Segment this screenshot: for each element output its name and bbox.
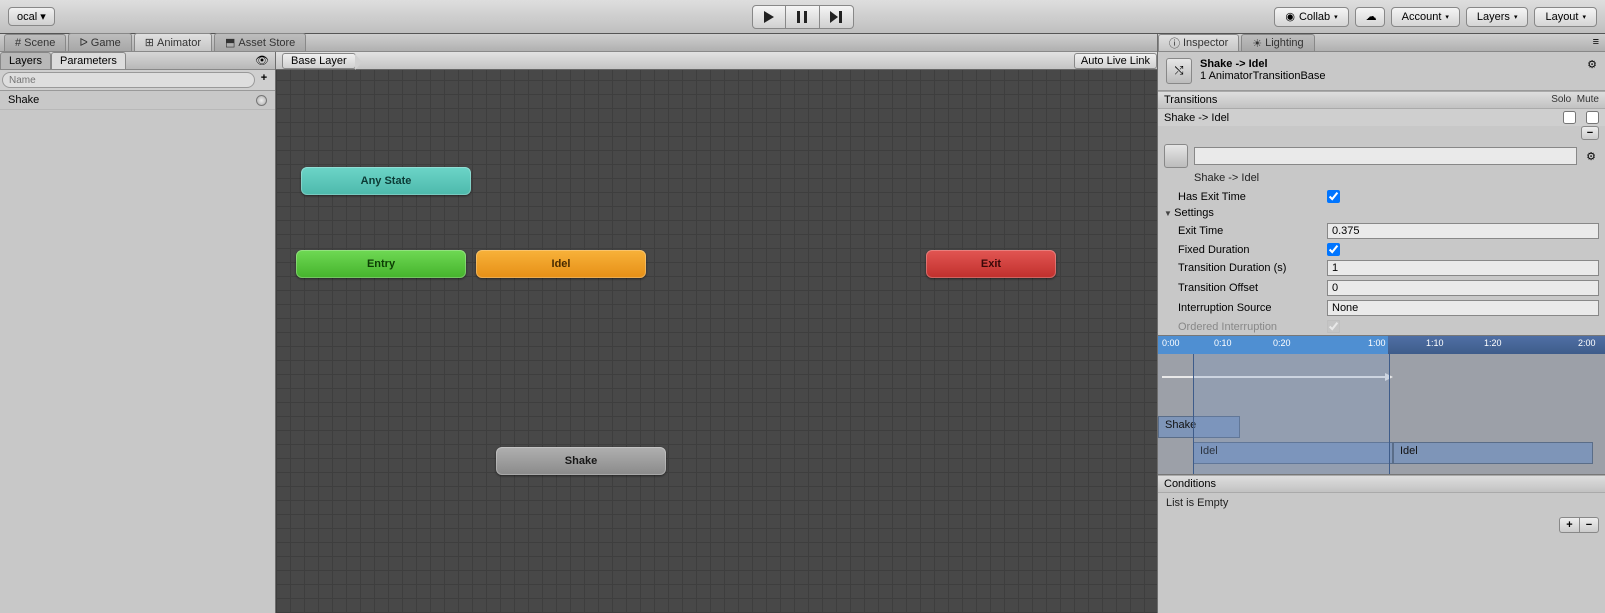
timeline-block-idel-2[interactable]: Idel — [1393, 442, 1593, 464]
transition-thumb-icon — [1164, 144, 1188, 168]
tab-asset-store[interactable]: ⬒ Asset Store — [214, 33, 306, 51]
remove-condition-button[interactable]: − — [1579, 517, 1599, 533]
add-parameter-button[interactable]: + — [255, 72, 273, 88]
node-idel[interactable]: Idel — [476, 250, 646, 278]
transition-gear-icon[interactable]: ⚙ — [1583, 150, 1599, 163]
transition-offset-input[interactable] — [1327, 280, 1599, 296]
layers-tab[interactable]: Layers — [0, 52, 51, 69]
top-toolbar: ocal ▾ ◉ Collab ▾ ☁ Account ▾ Layers ▾ L… — [0, 0, 1605, 34]
parameters-panel: Layers Parameters 👁 + Shake — [0, 52, 276, 613]
node-shake[interactable]: Shake — [496, 447, 666, 475]
conditions-header: Conditions — [1158, 475, 1605, 493]
tab-animator[interactable]: ⊞ Animator — [134, 33, 212, 51]
remove-transition-button[interactable]: − — [1581, 126, 1599, 140]
exit-time-input[interactable] — [1327, 223, 1599, 239]
transition-row[interactable]: Shake -> Idel — [1158, 109, 1605, 126]
conditions-empty: List is Empty — [1158, 493, 1605, 513]
visibility-icon[interactable]: 👁 — [249, 52, 275, 69]
editor-tabs: # Scene ᐅ Game ⊞ Animator ⬒ Asset Store — [0, 34, 1157, 52]
parameter-label: Shake — [8, 94, 39, 106]
has-exit-time-label: Has Exit Time — [1164, 191, 1327, 203]
inspector-subtitle: 1 AnimatorTransitionBase — [1200, 70, 1326, 82]
play-button[interactable] — [752, 5, 786, 29]
inspector-panel: ⓘ Inspector ☀ Lighting ≡ ⤭ Shake -> Idel… — [1157, 34, 1605, 613]
step-button[interactable] — [820, 5, 854, 29]
transition-name-sub: Shake -> Idel — [1158, 172, 1605, 188]
interruption-source-label: Interruption Source — [1164, 302, 1327, 314]
interruption-source-dropdown[interactable] — [1327, 300, 1599, 316]
cloud-button[interactable]: ☁ — [1355, 7, 1385, 27]
parameter-search-input[interactable] — [2, 72, 255, 88]
animator-graph[interactable]: Base Layer Auto Live Link Any State Entr… — [276, 52, 1157, 613]
exit-time-label: Exit Time — [1164, 225, 1327, 237]
auto-live-link-toggle[interactable]: Auto Live Link — [1074, 53, 1157, 69]
tab-game[interactable]: ᐅ Game — [68, 33, 131, 51]
account-dropdown[interactable]: Account ▾ — [1391, 7, 1460, 27]
node-exit[interactable]: Exit — [926, 250, 1056, 278]
tab-scene[interactable]: # Scene — [4, 34, 66, 51]
panel-menu-icon[interactable]: ≡ — [1587, 34, 1605, 51]
transition-icon: ⤭ — [1166, 58, 1192, 84]
layers-dropdown[interactable]: Layers ▾ — [1466, 7, 1529, 27]
node-entry[interactable]: Entry — [296, 250, 466, 278]
node-any-state[interactable]: Any State — [301, 167, 471, 195]
transition-offset-label: Transition Offset — [1164, 282, 1327, 294]
ordered-interruption-label: Ordered Interruption — [1164, 321, 1327, 333]
solo-checkbox[interactable] — [1563, 111, 1576, 124]
ordered-interruption-checkbox — [1327, 320, 1340, 333]
inspector-title: Shake -> Idel — [1200, 58, 1326, 70]
transition-duration-label: Transition Duration (s) — [1164, 262, 1327, 274]
breadcrumb[interactable]: Base Layer — [282, 53, 356, 69]
tab-lighting[interactable]: ☀ Lighting — [1241, 34, 1314, 51]
play-controls — [752, 5, 854, 29]
transition-duration-input[interactable] — [1327, 260, 1599, 276]
parameter-row[interactable]: Shake — [0, 91, 275, 110]
parameters-tab[interactable]: Parameters — [51, 52, 126, 69]
fixed-duration-checkbox[interactable] — [1327, 243, 1340, 256]
settings-foldout[interactable]: Settings — [1164, 207, 1327, 219]
has-exit-time-checkbox[interactable] — [1327, 190, 1340, 203]
layout-dropdown[interactable]: Layout ▾ — [1534, 7, 1597, 27]
transition-range[interactable] — [1193, 354, 1390, 475]
collab-dropdown[interactable]: ◉ Collab ▾ — [1274, 7, 1348, 27]
transition-timeline[interactable]: 0:00 0:10 0:20 1:00 1:10 1:20 2:00 Shake… — [1158, 335, 1605, 475]
mute-checkbox[interactable] — [1586, 111, 1599, 124]
tab-inspector[interactable]: ⓘ Inspector — [1158, 34, 1239, 51]
context-gear-icon[interactable]: ⚙ — [1587, 58, 1597, 84]
add-condition-button[interactable]: + — [1559, 517, 1579, 533]
transitions-header: Transitions Solo Mute — [1158, 91, 1605, 109]
trigger-icon[interactable] — [256, 95, 267, 106]
pause-button[interactable] — [786, 5, 820, 29]
transition-name-input[interactable] — [1194, 147, 1577, 165]
local-dropdown[interactable]: ocal ▾ — [8, 7, 55, 26]
fixed-duration-label: Fixed Duration — [1164, 244, 1327, 256]
